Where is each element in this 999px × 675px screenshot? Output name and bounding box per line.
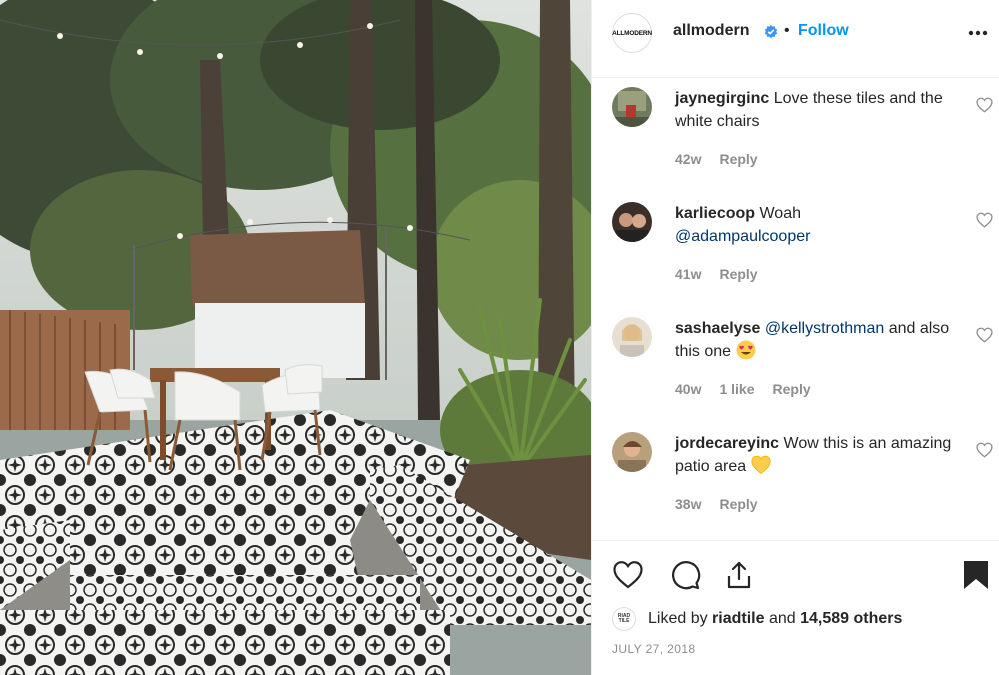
comment-meta: 41w Reply bbox=[675, 266, 776, 282]
comments-list[interactable]: jaynegirginc Love these tiles and the wh… bbox=[592, 79, 999, 540]
liker-avatar-text: RIAD TILE bbox=[617, 613, 631, 624]
commenter-avatar[interactable] bbox=[612, 432, 652, 472]
commenter-avatar[interactable] bbox=[612, 87, 652, 127]
comment-item: jordecareyinc Wow this is an amazing pat… bbox=[592, 428, 999, 538]
account-avatar-text: ALLMODERN bbox=[612, 29, 652, 37]
like-comment-heart-icon[interactable] bbox=[976, 212, 993, 228]
comment-text: karliecoop Woah @adampaulcooper bbox=[675, 202, 965, 248]
comment-meta: 42w Reply bbox=[675, 151, 776, 167]
liker-avatar[interactable]: RIAD TILE bbox=[612, 607, 636, 631]
comment-meta: 40w 1 like Reply bbox=[675, 381, 829, 397]
comment-item: sashaelyse @kellystrothman and also this… bbox=[592, 313, 999, 423]
liked-by-joiner: and bbox=[768, 610, 796, 627]
patio-photo-illustration bbox=[0, 0, 591, 675]
commenter-avatar[interactable] bbox=[612, 202, 652, 242]
liked-by-prefix: Liked by bbox=[648, 610, 708, 627]
like-comment-heart-icon[interactable] bbox=[976, 442, 993, 458]
post-header: ALLMODERN allmodern • Follow bbox=[592, 0, 999, 78]
comment-item: karliecoop Woah @adampaulcooper 41w Reply bbox=[592, 198, 999, 308]
heart-eyes-emoji-icon bbox=[736, 340, 755, 360]
more-horizontal-icon[interactable] bbox=[968, 30, 988, 36]
reply-button[interactable]: Reply bbox=[773, 381, 811, 397]
account-username[interactable]: allmodern bbox=[673, 22, 749, 40]
comment-mention-link[interactable]: @kellystrothman bbox=[765, 320, 884, 337]
post-actions: RIAD TILE Liked by riadtile and 14,589 o… bbox=[592, 540, 999, 675]
heart-icon[interactable] bbox=[612, 559, 644, 591]
comment-text: sashaelyse @kellystrothman and also this… bbox=[675, 317, 965, 363]
comment-username[interactable]: jordecareyinc bbox=[675, 435, 779, 452]
like-comment-heart-icon[interactable] bbox=[976, 327, 993, 343]
comment-username[interactable]: jaynegirginc bbox=[675, 90, 769, 107]
comment-text: jordecareyinc Wow this is an amazing pat… bbox=[675, 432, 965, 478]
comment-username[interactable]: karliecoop bbox=[675, 205, 755, 222]
yellow-heart-emoji-icon bbox=[751, 455, 771, 475]
post-photo[interactable] bbox=[0, 0, 591, 675]
account-avatar[interactable]: ALLMODERN bbox=[612, 13, 652, 53]
reply-button[interactable]: Reply bbox=[719, 496, 757, 512]
liked-by: RIAD TILE Liked by riadtile and 14,589 o… bbox=[612, 604, 902, 634]
post-side-panel: ALLMODERN allmodern • Follow jaynegirgin… bbox=[591, 0, 999, 675]
follow-button[interactable]: Follow bbox=[798, 22, 849, 40]
header-separator: • bbox=[784, 22, 790, 39]
comment-item: jaynegirginc Love these tiles and the wh… bbox=[592, 83, 999, 193]
bookmark-icon[interactable] bbox=[960, 559, 992, 591]
post-date[interactable]: JULY 27, 2018 bbox=[612, 642, 695, 656]
comment-mention-link[interactable]: @adampaulcooper bbox=[675, 228, 810, 245]
comment-age[interactable]: 38w bbox=[675, 496, 701, 512]
comment-age[interactable]: 42w bbox=[675, 151, 701, 167]
comment-username[interactable]: sashaelyse bbox=[675, 320, 760, 337]
commenter-avatar[interactable] bbox=[612, 317, 652, 357]
comment-age[interactable]: 40w bbox=[675, 381, 701, 397]
share-icon[interactable] bbox=[723, 559, 755, 591]
comment-age[interactable]: 41w bbox=[675, 266, 701, 282]
comment-body: Woah bbox=[759, 205, 801, 222]
reply-button[interactable]: Reply bbox=[719, 266, 757, 282]
verified-badge-icon bbox=[764, 25, 778, 39]
reply-button[interactable]: Reply bbox=[719, 151, 757, 167]
comment-like-count[interactable]: 1 like bbox=[719, 381, 754, 397]
comment-text: jaynegirginc Love these tiles and the wh… bbox=[675, 87, 965, 133]
comment-meta: 38w Reply bbox=[675, 496, 776, 512]
like-comment-heart-icon[interactable] bbox=[976, 97, 993, 113]
likes-count[interactable]: 14,589 others bbox=[800, 610, 902, 628]
liker-username[interactable]: riadtile bbox=[712, 610, 764, 628]
comment-icon[interactable] bbox=[669, 559, 701, 591]
